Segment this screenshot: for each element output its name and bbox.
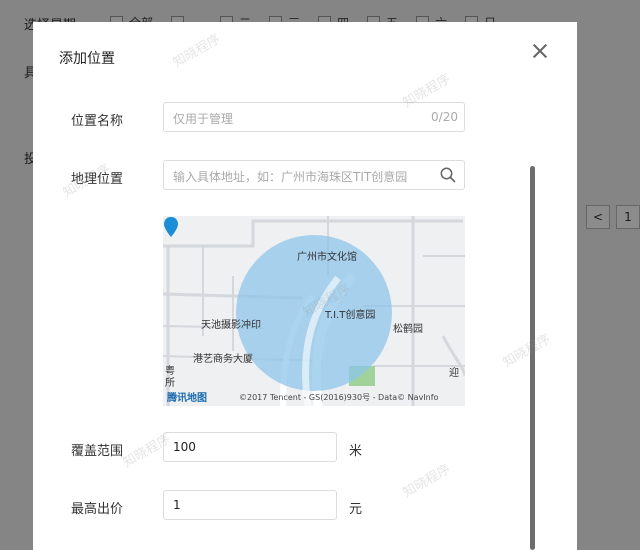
map-view[interactable]: 广州市文化馆 T.I.T创意园 天池摄影冲印 松鹤园 港艺商务大厦 粤 所 迎 …: [163, 216, 465, 406]
coverage-input[interactable]: 100: [163, 432, 337, 462]
location-name-label: 位置名称: [71, 114, 124, 129]
close-button[interactable]: [529, 40, 551, 62]
address-search-input[interactable]: 输入具体地址，如：广州市海珠区TIT创意园: [163, 160, 465, 190]
search-icon[interactable]: [440, 167, 456, 183]
map-label-creative-park: T.I.T创意园: [325, 310, 376, 321]
map-label-songhe: 松鹤园: [393, 324, 423, 335]
max-bid-value: 1: [173, 498, 181, 512]
location-name-input[interactable]: 仅用于管理 0/20: [163, 102, 465, 132]
coverage-unit: 米: [349, 444, 363, 459]
address-placeholder: 输入具体地址，如：广州市海珠区TIT创意园: [173, 170, 408, 184]
dialog-title: 添加位置: [59, 51, 115, 67]
map-label-photo: 天池摄影冲印: [201, 320, 261, 331]
max-bid-input[interactable]: 1: [163, 490, 337, 520]
max-bid-label: 最高出价: [71, 502, 124, 517]
coverage-label: 覆盖范围: [71, 444, 124, 459]
geo-location-label: 地理位置: [71, 172, 124, 187]
dialog-scrollbar[interactable]: [530, 166, 535, 550]
map-label-right-partial: 迎: [449, 368, 459, 379]
max-bid-unit: 元: [349, 502, 363, 517]
map-roads: [163, 216, 465, 406]
location-name-placeholder: 仅用于管理: [173, 112, 234, 126]
char-counter: 0/20: [431, 110, 458, 124]
coverage-value: 100: [173, 440, 196, 454]
add-location-dialog: 添加位置 位置名称 仅用于管理 0/20 地理位置 输入具体地址，如：广州市海珠…: [33, 22, 577, 550]
map-copyright: ©2017 Tencent - GS(2016)930号 - Data© Nav…: [239, 393, 439, 402]
location-pin-icon[interactable]: [163, 216, 179, 238]
tencent-map-logo: 腾讯地图: [167, 393, 207, 404]
map-label-left-partial-2: 所: [165, 378, 175, 389]
map-label-museum: 广州市文化馆: [297, 252, 357, 263]
map-label-gangyi: 港艺商务大厦: [193, 354, 253, 365]
